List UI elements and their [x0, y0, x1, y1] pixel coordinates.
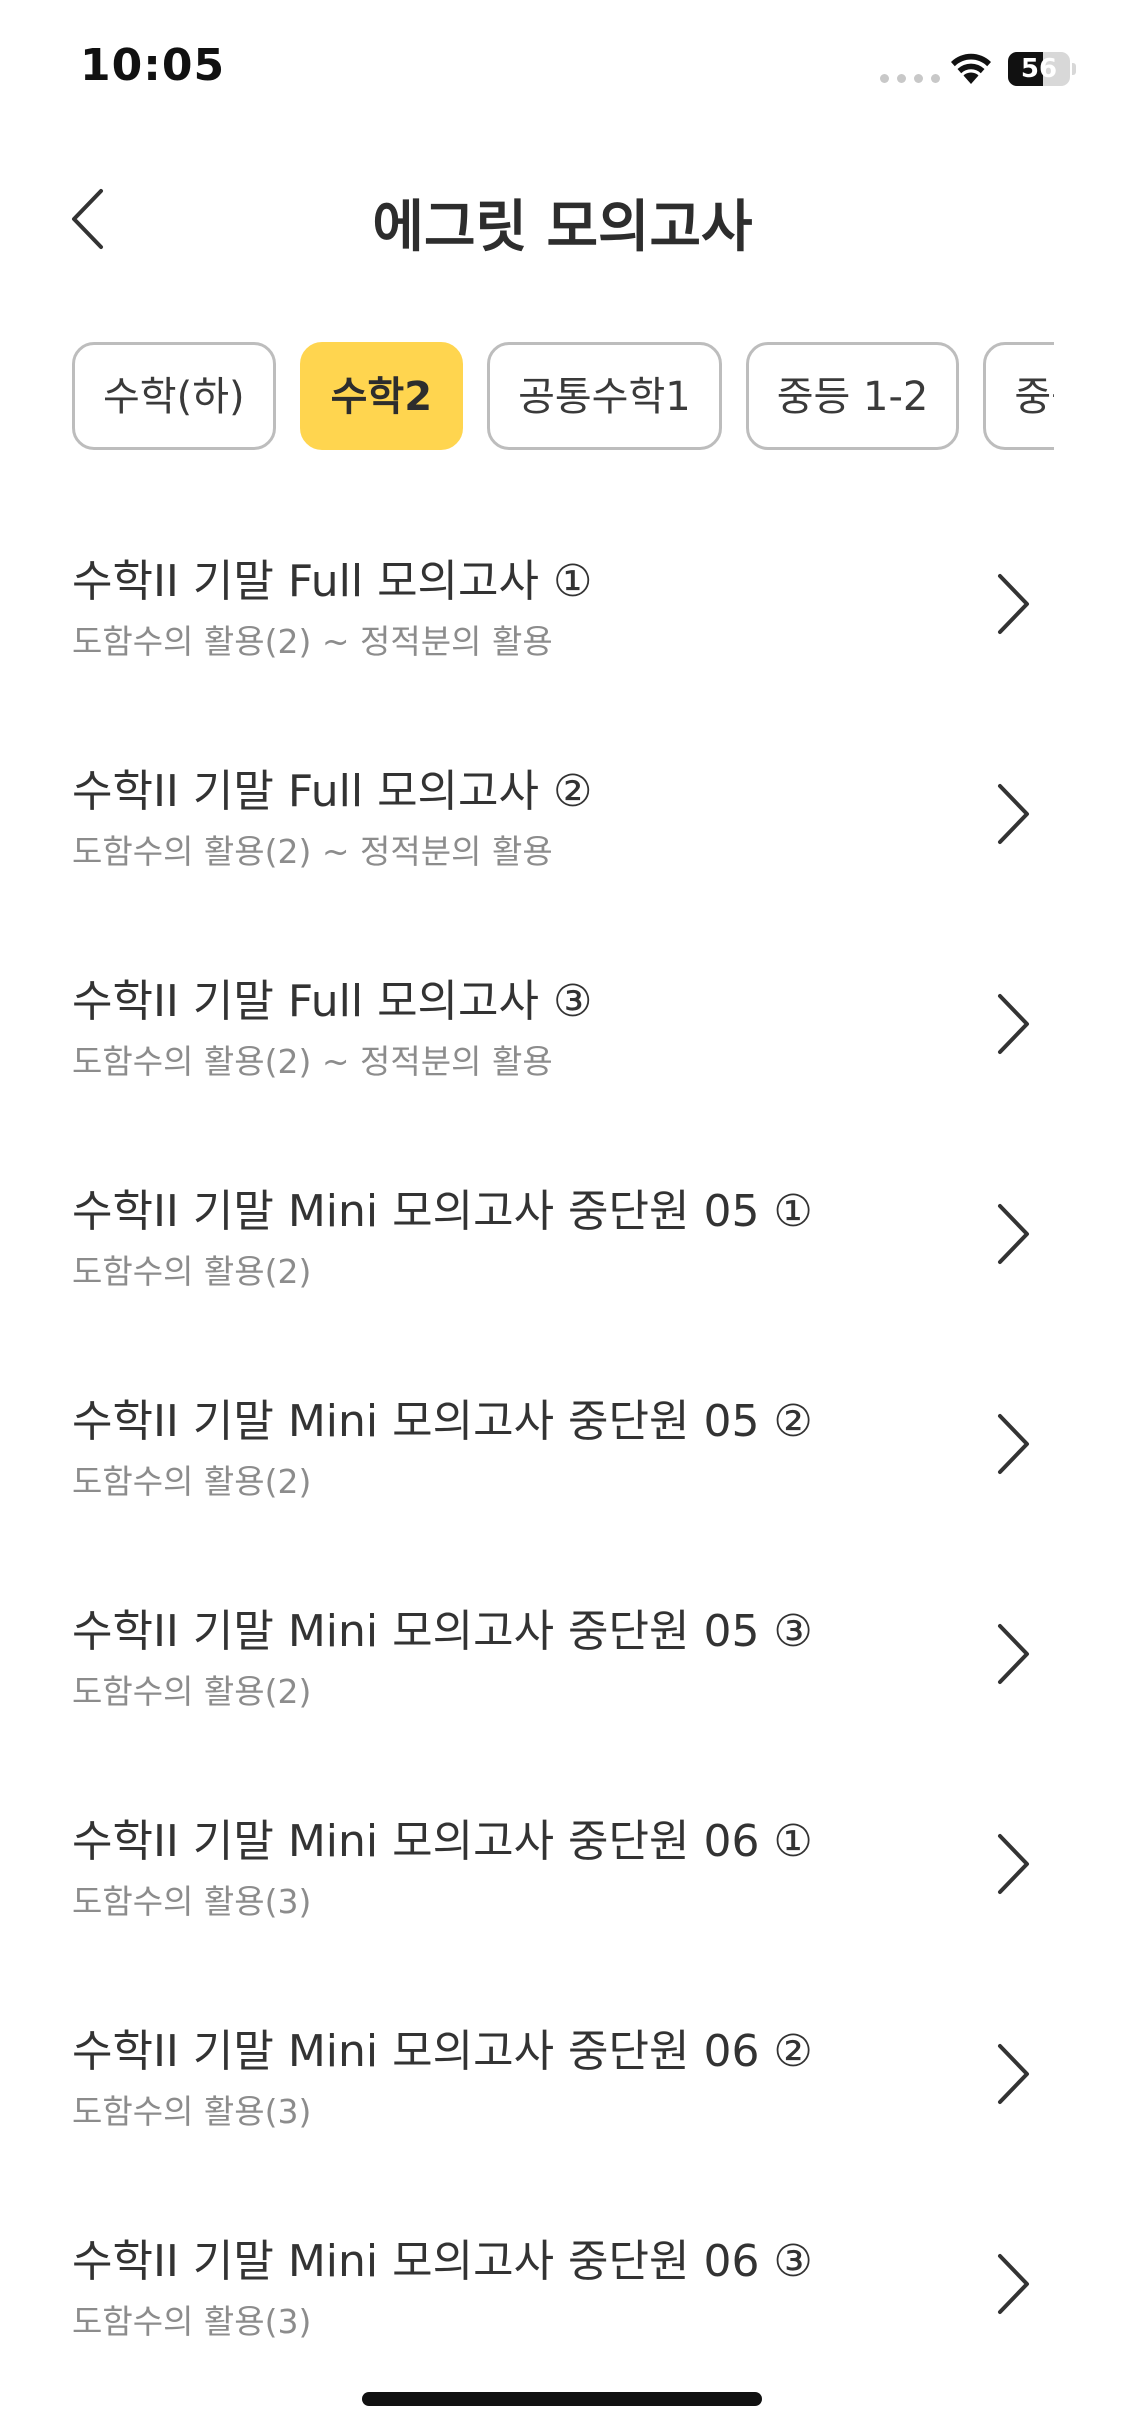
item-title: 수학II 기말 Full 모의고사 ② [72, 766, 593, 817]
list-item[interactable]: 수학II 기말 Full 모의고사 ① 도함수의 활용(2) ~ 정적분의 활용 [0, 505, 1125, 715]
list-item[interactable]: 수학II 기말 Mini 모의고사 중단원 06 ③ 도함수의 활용(3) [0, 2185, 1125, 2395]
chevron-right-icon [998, 574, 1029, 634]
chevron-right-icon [998, 2254, 1029, 2314]
page-title: 에그릿 모의고사 [372, 195, 753, 260]
item-subtitle: 도함수의 활용(2) ~ 정적분의 활용 [72, 622, 553, 661]
item-subtitle: 도함수의 활용(3) [72, 2302, 312, 2341]
cellular-signal-icon [880, 74, 940, 83]
item-subtitle: 도함수의 활용(3) [72, 2092, 312, 2131]
header: 에그릿 모의고사 [0, 150, 1125, 280]
tab-3[interactable]: 중등 1-2 [745, 342, 960, 450]
exam-list: 수학II 기말 Full 모의고사 ① 도함수의 활용(2) ~ 정적분의 활용 수… [0, 505, 1125, 2395]
list-item[interactable]: 수학II 기말 Full 모의고사 ③ 도함수의 활용(2) ~ 정적분의 활용 [0, 925, 1125, 1135]
item-subtitle: 도함수의 활용(2) ~ 정적분의 활용 [72, 1042, 553, 1081]
item-title: 수학II 기말 Full 모의고사 ① [72, 556, 593, 607]
list-item[interactable]: 수학II 기말 Mini 모의고사 중단원 05 ② 도함수의 활용(2) [0, 1345, 1125, 1555]
battery-level: 56 [1020, 54, 1058, 84]
item-title: 수학II 기말 Mini 모의고사 중단원 06 ② [72, 2026, 813, 2077]
chevron-right-icon [998, 2044, 1029, 2104]
item-subtitle: 도함수의 활용(3) [72, 1882, 312, 1921]
list-item[interactable]: 수학II 기말 Mini 모의고사 중단원 06 ② 도함수의 활용(3) [0, 1975, 1125, 2185]
item-title: 수학II 기말 Mini 모의고사 중단원 06 ① [72, 1816, 813, 1867]
list-item[interactable]: 수학II 기말 Mini 모의고사 중단원 05 ③ 도함수의 활용(2) [0, 1555, 1125, 1765]
list-item[interactable]: 수학II 기말 Mini 모의고사 중단원 05 ① 도함수의 활용(2) [0, 1135, 1125, 1345]
item-title: 수학II 기말 Full 모의고사 ③ [72, 976, 593, 1027]
status-bar: 10:05 56 [0, 0, 1125, 140]
status-time: 10:05 [80, 40, 226, 91]
wifi-icon [951, 53, 991, 84]
tab-1[interactable]: 수학2 [299, 342, 464, 450]
home-indicator[interactable] [362, 2392, 762, 2406]
chevron-right-icon [998, 1204, 1029, 1264]
screen: 10:05 56 에그릿 모의고사 수학(하)수학2공통수학1중등 1-2 중등 … [0, 0, 1125, 2436]
item-title: 수학II 기말 Mini 모의고사 중단원 06 ③ [72, 2236, 813, 2287]
item-subtitle: 도함수의 활용(2) ~ 정적분의 활용 [72, 832, 553, 871]
tab-2[interactable]: 공통수학1 [487, 342, 722, 450]
battery-icon: 56 [1008, 52, 1076, 86]
item-subtitle: 도함수의 활용(2) [72, 1462, 312, 1501]
item-subtitle: 도함수의 활용(2) [72, 1672, 312, 1711]
tab-4[interactable]: 중등 2-1 [983, 342, 1054, 450]
chevron-right-icon [998, 784, 1029, 844]
list-item[interactable]: 수학II 기말 Full 모의고사 ② 도함수의 활용(2) ~ 정적분의 활용 [0, 715, 1125, 925]
chevron-right-icon [998, 994, 1029, 1054]
item-title: 수학II 기말 Mini 모의고사 중단원 05 ② [72, 1396, 813, 1447]
chevron-right-icon [998, 1414, 1029, 1474]
chevron-right-icon [998, 1624, 1029, 1684]
chevron-right-icon [998, 1834, 1029, 1894]
item-subtitle: 도함수의 활용(2) [72, 1252, 312, 1291]
item-title: 수학II 기말 Mini 모의고사 중단원 05 ① [72, 1186, 813, 1237]
list-item[interactable]: 수학II 기말 Mini 모의고사 중단원 06 ① 도함수의 활용(3) [0, 1765, 1125, 1975]
subject-tabs[interactable]: 수학(하)수학2공통수학1중등 1-2 중등 2-1 [72, 342, 1054, 450]
tab-0[interactable]: 수학(하) [72, 342, 276, 450]
item-title: 수학II 기말 Mini 모의고사 중단원 05 ③ [72, 1606, 813, 1657]
